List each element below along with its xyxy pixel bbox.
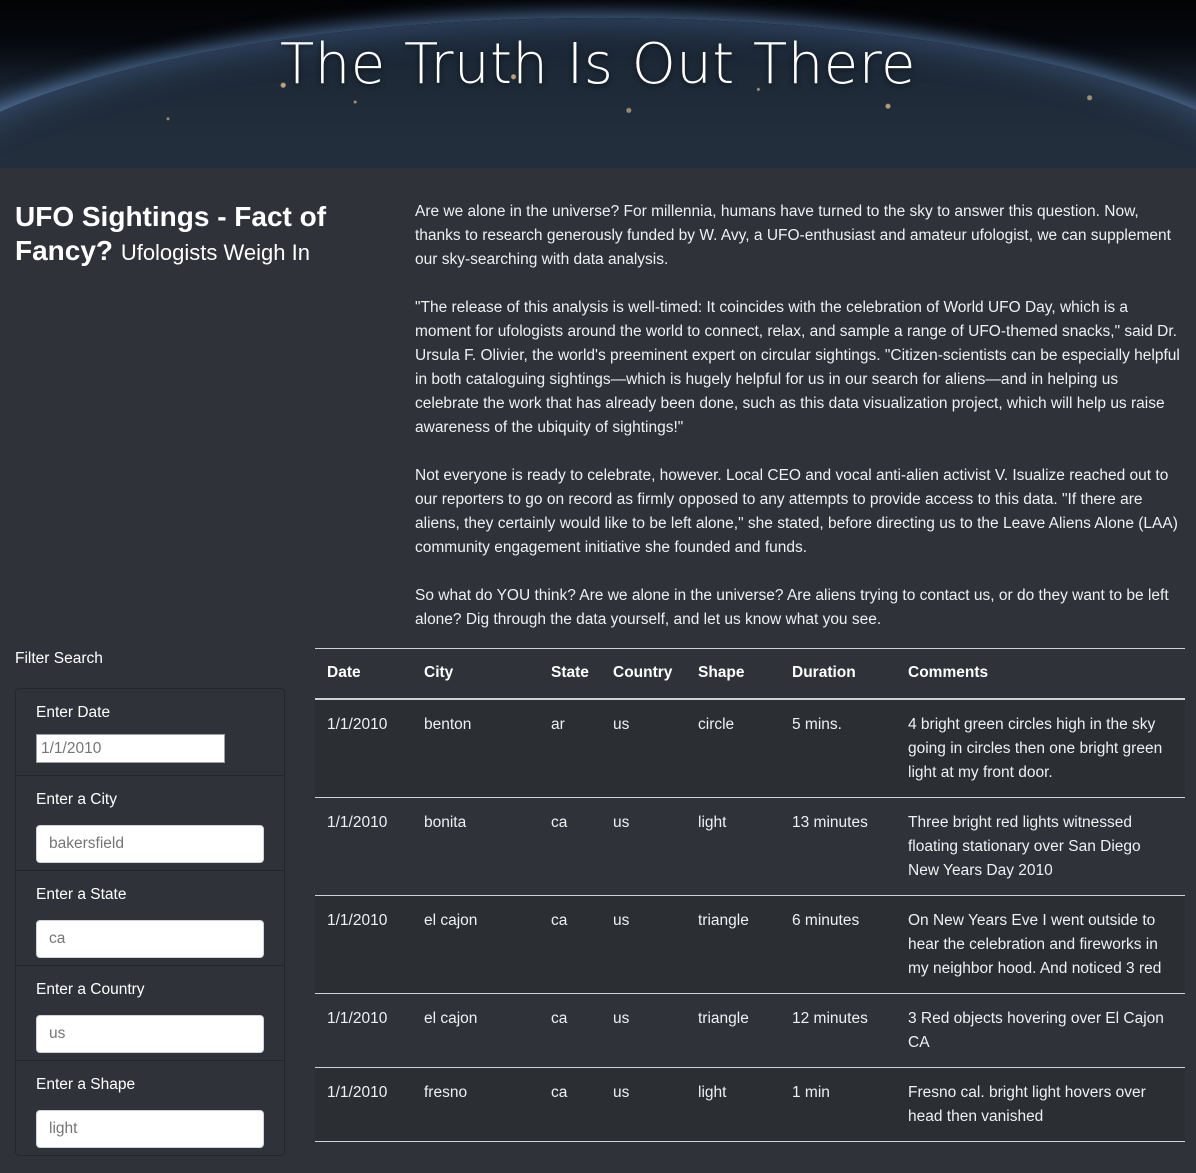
cell-country: us	[601, 698, 686, 798]
header-date: Date	[315, 648, 412, 700]
filter-state-group: Enter a State	[16, 871, 284, 966]
cell-state: ca	[539, 1067, 601, 1142]
cell-duration: 12 minutes	[780, 993, 896, 1068]
date-input[interactable]	[36, 734, 225, 763]
filter-city-group: Enter a City	[16, 776, 284, 871]
article-paragraph: Not everyone is ready to celebrate, howe…	[415, 467, 1178, 556]
cell-date: 1/1/2010	[315, 797, 412, 896]
cell-country: us	[601, 1067, 686, 1142]
filter-date-label: Enter Date	[36, 704, 111, 721]
cell-duration: 5 mins.	[780, 698, 896, 798]
cell-country: us	[601, 895, 686, 994]
page-title: The Truth Is Out There	[280, 32, 916, 97]
cell-shape: triangle	[686, 895, 780, 994]
header-duration: Duration	[780, 648, 896, 700]
table-row: 1/1/2010 bonita ca us light 13 minutes T…	[315, 797, 1185, 896]
article: Are we alone in the universe? For millen…	[415, 200, 1185, 656]
cell-comments-text: On New Years Eve I went outside to hear …	[908, 911, 1162, 977]
cell-date: 1/1/2010	[315, 1067, 412, 1142]
cell-state: ca	[539, 895, 601, 994]
table-row: 1/1/2010 fresno ca us light 1 min Fresno…	[315, 1067, 1185, 1142]
cell-shape: triangle	[686, 993, 780, 1068]
state-input[interactable]	[36, 920, 264, 958]
filter-search-heading: Filter Search	[15, 650, 103, 667]
cell-shape: light	[686, 797, 780, 896]
cell-country: us	[601, 797, 686, 896]
sidebar-heading: UFO Sightings - Fact of Fancy? Ufologist…	[15, 200, 335, 270]
cell-comments: Three bright red lights witnessed floati…	[896, 797, 1185, 896]
cell-city: el cajon	[412, 993, 539, 1068]
header-shape: Shape	[686, 648, 780, 700]
cell-comments: 4 bright green circles high in the sky g…	[896, 698, 1185, 798]
ufo-table-container: Date City State Country Shape Duration C…	[315, 648, 1185, 1142]
cell-comments: 3 Red objects hovering over El Cajon CA	[896, 993, 1185, 1068]
cell-city: el cajon	[412, 895, 539, 994]
cell-shape: circle	[686, 698, 780, 798]
header-comments: Comments	[896, 648, 1185, 700]
cell-date: 1/1/2010	[315, 698, 412, 798]
cell-city: benton	[412, 698, 539, 798]
cell-comments: On New Years Eve I went outside to hear …	[896, 895, 1185, 994]
ufo-table: Date City State Country Shape Duration C…	[315, 648, 1185, 1142]
header-state: State	[539, 648, 601, 700]
cell-city: bonita	[412, 797, 539, 896]
article-paragraph: "The release of this analysis is well-ti…	[415, 299, 1180, 436]
cell-date: 1/1/2010	[315, 895, 412, 994]
cell-comments: Fresno cal. bright light hovers over hea…	[896, 1067, 1185, 1142]
cell-shape: light	[686, 1067, 780, 1142]
filter-state-label: Enter a State	[36, 886, 127, 903]
cell-date: 1/1/2010	[315, 993, 412, 1068]
cell-state: ar	[539, 698, 601, 798]
sidebar-title-sub: Ufologists Weigh In	[120, 240, 310, 265]
filter-shape-group: Enter a Shape	[16, 1061, 284, 1156]
header-country: Country	[601, 648, 686, 700]
cell-duration: 1 min	[780, 1067, 896, 1142]
table-header-row: Date City State Country Shape Duration C…	[315, 648, 1185, 700]
filter-date-group: Enter Date	[16, 689, 284, 776]
table-row: 1/1/2010 benton ar us circle 5 mins. 4 b…	[315, 698, 1185, 798]
filter-shape-label: Enter a Shape	[36, 1076, 136, 1093]
table-row: 1/1/2010 el cajon ca us triangle 12 minu…	[315, 993, 1185, 1068]
filter-city-label: Enter a City	[36, 791, 117, 808]
cell-country: us	[601, 993, 686, 1068]
filter-country-label: Enter a Country	[36, 981, 145, 998]
filter-panel: Enter Date Enter a City Enter a State En…	[15, 688, 285, 1156]
filter-country-group: Enter a Country	[16, 966, 284, 1061]
cell-state: ca	[539, 797, 601, 896]
city-input[interactable]	[36, 825, 264, 863]
article-paragraph: So what do YOU think? Are we alone in th…	[415, 587, 1169, 628]
hero-banner: The Truth Is Out There	[0, 0, 1196, 168]
cell-city: fresno	[412, 1067, 539, 1142]
cell-state: ca	[539, 993, 601, 1068]
shape-input[interactable]	[36, 1110, 264, 1148]
cell-duration: 13 minutes	[780, 797, 896, 896]
cell-duration: 6 minutes	[780, 895, 896, 994]
country-input[interactable]	[36, 1015, 264, 1053]
header-city: City	[412, 648, 539, 700]
article-paragraph: Are we alone in the universe? For millen…	[415, 203, 1171, 268]
table-row: 1/1/2010 el cajon ca us triangle 6 minut…	[315, 895, 1185, 994]
